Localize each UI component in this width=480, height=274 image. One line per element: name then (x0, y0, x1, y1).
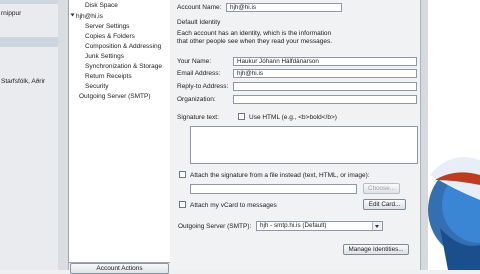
organization-label: Organization: (177, 96, 216, 103)
signature-file-input[interactable] (190, 184, 357, 194)
signature-textarea[interactable] (190, 126, 418, 164)
your-name-input[interactable]: Haukur Jóhann Hálfdánarson (233, 57, 417, 66)
use-html-checkbox[interactable] (238, 113, 245, 120)
email-input[interactable]: hjh@hi.is (233, 69, 417, 78)
folder-row-header (0, 0, 58, 4)
tree-item-return-receipts[interactable]: Return Receipts (85, 72, 132, 81)
tree-item-sync-storage[interactable]: Synchronization & Storage (85, 62, 162, 71)
window-edge (420, 0, 428, 270)
expand-arrow-icon[interactable] (70, 13, 75, 17)
reply-to-label: Reply-to Address: (177, 83, 229, 90)
email-label: Email Address: (177, 70, 221, 77)
chevron-down-icon (372, 222, 382, 230)
use-html-label: Use HTML (e.g., <b>bold</b>) (249, 114, 337, 121)
background-folder-pane: rnippur Starfsfólk, Aðrir (0, 0, 59, 270)
tree-item-disk-space[interactable]: Disk Space (85, 1, 118, 10)
edit-card-button[interactable]: Edit Card... (363, 199, 406, 210)
tree-item-server-settings[interactable]: Server Settings (85, 22, 129, 31)
your-name-label: Your Name: (177, 58, 212, 65)
account-settings-form: Account Name: hjh@hi.is Default Identity… (170, 0, 420, 270)
attach-signature-checkbox[interactable] (179, 171, 186, 178)
account-name-input[interactable]: hjh@hi.is (226, 3, 342, 12)
tree-item-security[interactable]: Security (85, 82, 108, 91)
folder-row[interactable]: rnippur (0, 9, 58, 18)
folder-row-selected[interactable] (0, 37, 58, 47)
choose-button[interactable]: Choose... (363, 183, 400, 194)
attach-vcard-checkbox[interactable] (179, 201, 186, 208)
attach-signature-label: Attach the signature from a file instead… (190, 172, 370, 179)
background-window (420, 0, 480, 270)
tree-item-junk-settings[interactable]: Junk Settings (85, 52, 124, 61)
default-identity-heading: Default Identity (177, 19, 221, 26)
organization-input[interactable] (233, 95, 417, 104)
tree-item-copies-folders[interactable]: Copies & Folders (85, 32, 135, 41)
signature-text-label: Signature text: (177, 114, 219, 121)
account-tree[interactable]: Disk Space hjh@hi.is Server Settings Cop… (68, 0, 171, 263)
folder-row[interactable]: Starfsfólk, Aðrir (0, 77, 58, 86)
identity-description: Each account has an identity, which is t… (177, 30, 333, 45)
manage-identities-button[interactable]: Manage Identities... (343, 244, 409, 255)
account-actions-button[interactable]: Account Actions (70, 263, 169, 274)
attach-vcard-label: Attach my vCard to messages (190, 202, 277, 209)
tree-item-account[interactable]: hjh@hi.is (70, 12, 103, 21)
account-name-label: Account Name: (177, 4, 222, 11)
thunderbird-logo-icon (428, 157, 480, 270)
tree-item-composition[interactable]: Composition & Addressing (85, 42, 161, 51)
outgoing-server-label: Outgoing Server (SMTP): (178, 223, 252, 230)
tree-item-outgoing-server[interactable]: Outgoing Server (SMTP) (79, 92, 151, 101)
outgoing-server-select[interactable]: hjh - smtp.hi.is (Default) (256, 221, 383, 231)
reply-to-input[interactable] (233, 82, 417, 91)
